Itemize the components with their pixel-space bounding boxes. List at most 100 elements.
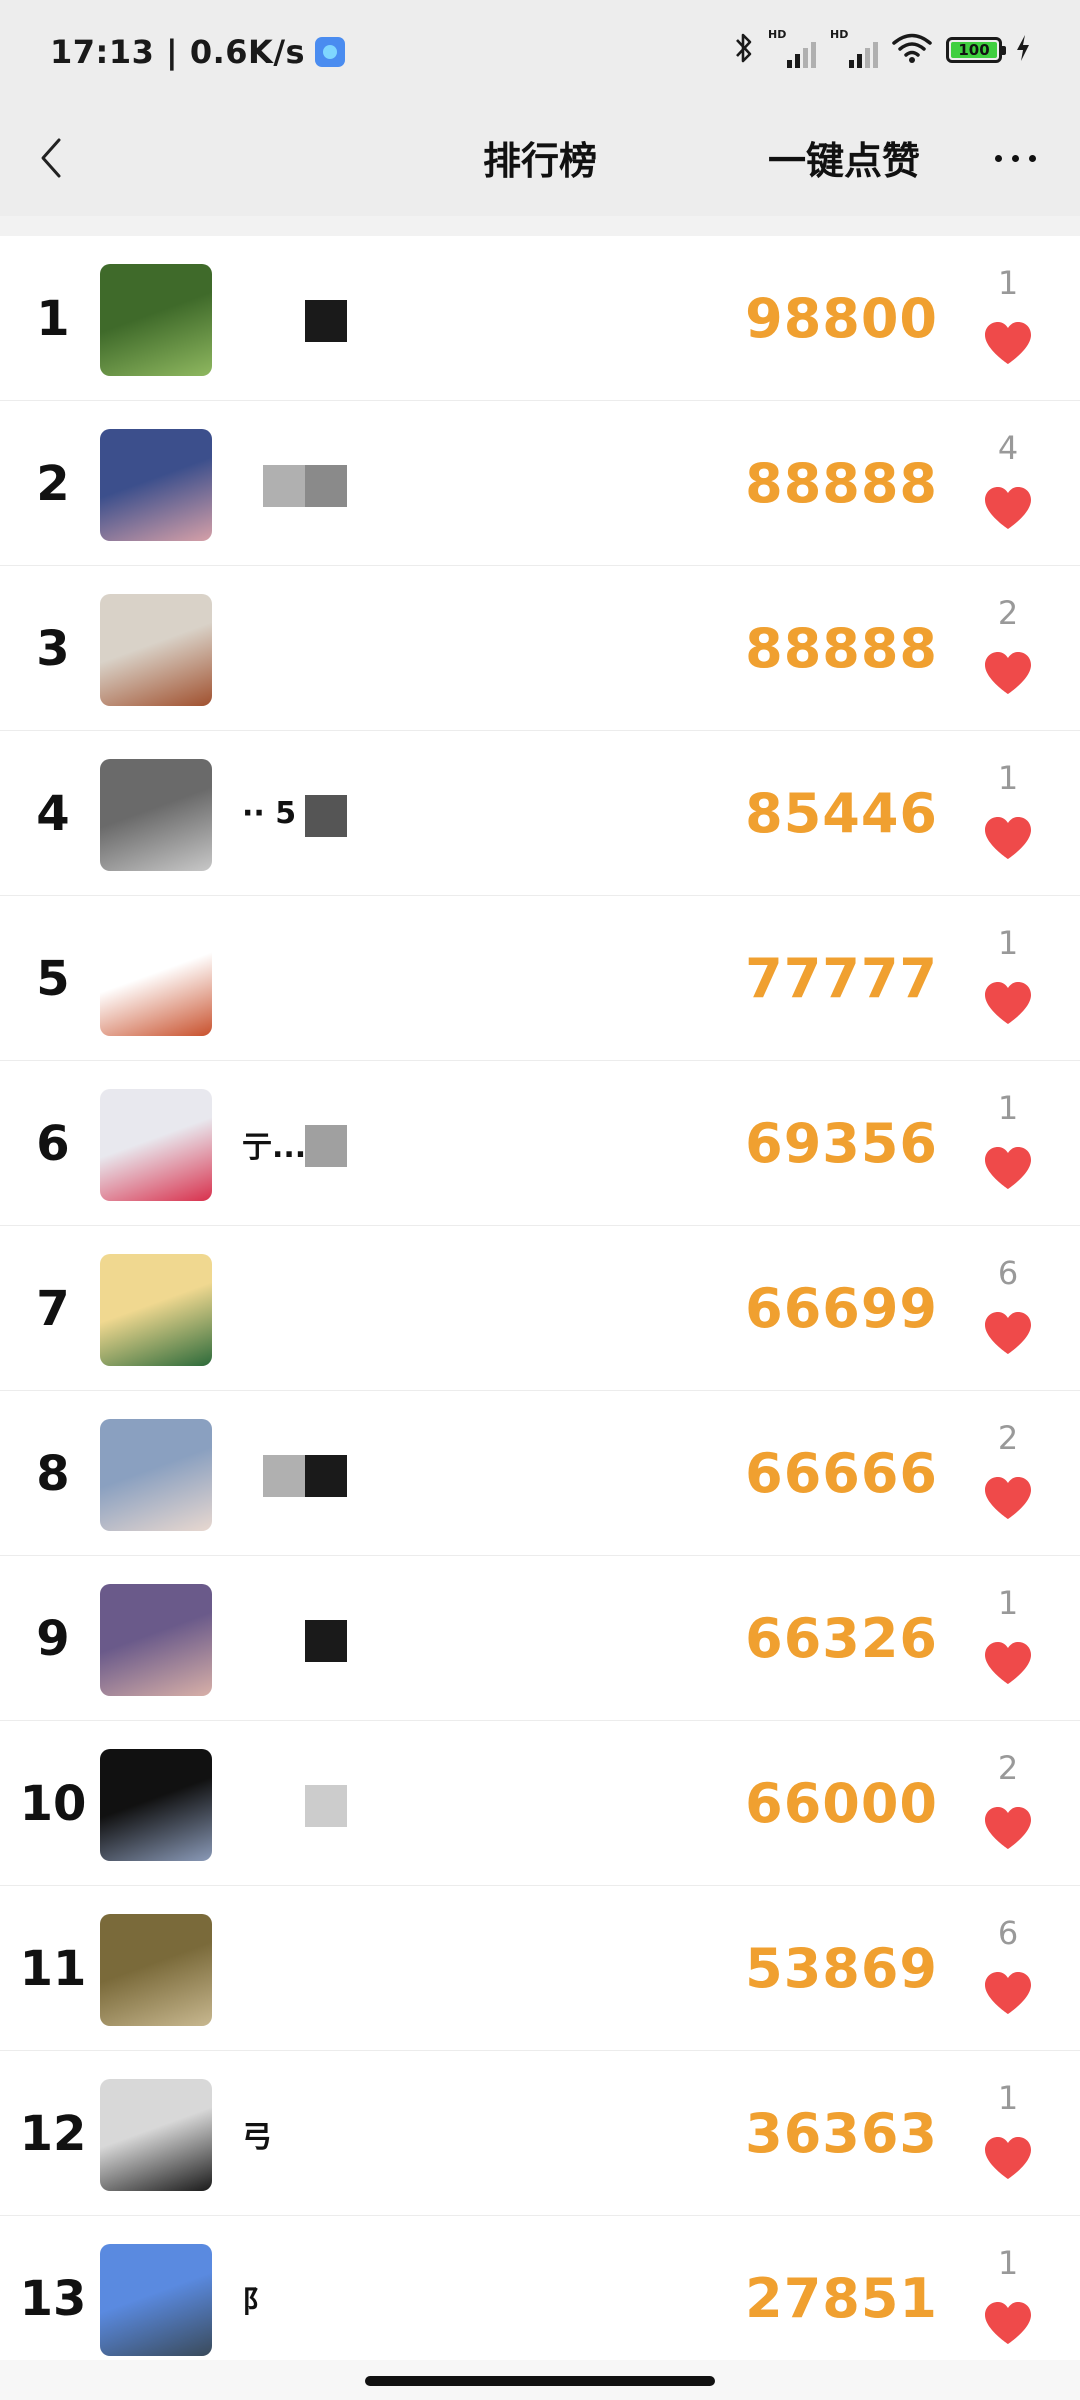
avatar[interactable] (100, 1419, 212, 1531)
nickname-area (212, 1391, 412, 1556)
nickname: 弓 (242, 2119, 272, 2155)
list-item[interactable]: 10 66000 2 (0, 1721, 1080, 1886)
heart-icon[interactable] (983, 650, 1033, 696)
list-item[interactable]: 9 66326 1 (0, 1556, 1080, 1721)
rank-number: 4 (36, 785, 70, 842)
home-indicator[interactable] (365, 2376, 715, 2386)
heart-icon[interactable] (983, 1970, 1033, 2016)
avatar[interactable] (100, 924, 212, 1036)
like-count: 1 (997, 1584, 1019, 1622)
rank-number: 6 (36, 1115, 70, 1172)
avatar[interactable] (100, 1254, 212, 1366)
heart-icon[interactable] (983, 1310, 1033, 1356)
step-score: 66326 (745, 1607, 938, 1670)
like-count: 1 (997, 2079, 1019, 2117)
heart-icon[interactable] (983, 815, 1033, 861)
like-all-button[interactable]: 一键点赞 (768, 130, 920, 185)
step-score: 88888 (745, 617, 938, 680)
nickname: 阝 (242, 2284, 272, 2320)
nickname-area (212, 566, 412, 731)
like-count: 1 (997, 264, 1019, 302)
charging-icon (1016, 34, 1030, 66)
rank-number: 9 (36, 1610, 70, 1667)
list-item[interactable]: 7 66699 6 (0, 1226, 1080, 1391)
hd-label: HD (768, 28, 787, 41)
nickname-area: 阝 (212, 2216, 412, 2376)
like-count: 1 (997, 1089, 1019, 1127)
step-score: 98800 (745, 287, 938, 350)
nickname-area (212, 1886, 412, 2051)
status-right: HD HD 100 (734, 28, 1030, 72)
list-item[interactable]: 6 亍... 69356 1 (0, 1061, 1080, 1226)
more-icon (994, 154, 1002, 162)
nickname: ·· 5 (242, 796, 297, 831)
step-score: 77777 (745, 947, 938, 1010)
list-item[interactable]: 3 88888 2 (0, 566, 1080, 731)
avatar[interactable] (100, 2244, 212, 2356)
like-count: 1 (997, 924, 1019, 962)
step-score: 88888 (745, 452, 938, 515)
heart-icon[interactable] (983, 2135, 1033, 2181)
step-score: 69356 (745, 1112, 938, 1175)
wifi-icon (892, 32, 932, 68)
status-time-speed: 17:13 | 0.6K/s (50, 33, 306, 71)
rank-number: 7 (36, 1280, 70, 1337)
nickname-area: ·· 5 (212, 731, 412, 896)
nickname-mosaic (305, 300, 347, 342)
avatar[interactable] (100, 594, 212, 706)
heart-icon[interactable] (983, 485, 1033, 531)
nickname-area (212, 401, 412, 566)
list-item[interactable]: 11 53869 6 (0, 1886, 1080, 2051)
nickname-area (212, 1226, 412, 1391)
heart-icon[interactable] (983, 1640, 1033, 1686)
avatar[interactable] (100, 1914, 212, 2026)
step-score: 27851 (745, 2267, 938, 2330)
heart-icon[interactable] (983, 2300, 1033, 2346)
rank-number: 13 (19, 2270, 87, 2327)
like-count: 1 (997, 2244, 1019, 2282)
battery-level: 100 (958, 41, 990, 59)
list-item[interactable]: 8 66666 2 (0, 1391, 1080, 1556)
list-item[interactable]: 12 弓 36363 1 (0, 2051, 1080, 2216)
avatar[interactable] (100, 264, 212, 376)
like-count: 4 (997, 429, 1019, 467)
nickname-area (212, 236, 412, 401)
heart-icon[interactable] (983, 1475, 1033, 1521)
list-item[interactable]: 5 77777 1 (0, 896, 1080, 1061)
avatar[interactable] (100, 1584, 212, 1696)
signal-icon: HD (768, 28, 816, 68)
step-score: 66666 (745, 1442, 938, 1505)
step-score: 36363 (745, 2102, 938, 2165)
list-item[interactable]: 1 98800 1 (0, 236, 1080, 401)
back-button[interactable] (22, 128, 82, 188)
nickname-area: 弓 (212, 2051, 412, 2216)
heart-icon[interactable] (983, 320, 1033, 366)
nickname: 亍... (242, 1129, 307, 1165)
rank-number: 12 (19, 2105, 87, 2162)
heart-icon[interactable] (983, 1145, 1033, 1191)
heart-icon[interactable] (983, 1805, 1033, 1851)
avatar[interactable] (100, 1749, 212, 1861)
list-item[interactable]: 4 ·· 5 85446 1 (0, 731, 1080, 896)
more-button[interactable] (980, 128, 1050, 188)
step-score: 66000 (745, 1772, 938, 1835)
rank-number: 11 (19, 1940, 87, 1997)
avatar[interactable] (100, 1089, 212, 1201)
list-item[interactable]: 2 88888 4 (0, 401, 1080, 566)
status-left: 17:13 | 0.6K/s (50, 30, 346, 74)
leaderboard-list[interactable]: 1 98800 1 2 88888 4 3 88888 2 4 ·· 5 85446 1 5 77777 1 6… (0, 236, 1080, 2376)
nickname-mosaic (305, 1620, 347, 1662)
rank-number: 8 (36, 1445, 70, 1502)
signal-icon: HD (830, 28, 878, 68)
step-score: 53869 (745, 1937, 938, 2000)
like-count: 6 (997, 1914, 1019, 1952)
heart-icon[interactable] (983, 980, 1033, 1026)
rank-number: 1 (36, 290, 70, 347)
avatar[interactable] (100, 429, 212, 541)
avatar[interactable] (100, 2079, 212, 2191)
list-item[interactable]: 13 阝 27851 1 (0, 2216, 1080, 2376)
avatar[interactable] (100, 759, 212, 871)
nickname-mosaic (263, 1455, 347, 1497)
like-count: 6 (997, 1254, 1019, 1292)
nickname-mosaic (305, 1125, 347, 1167)
